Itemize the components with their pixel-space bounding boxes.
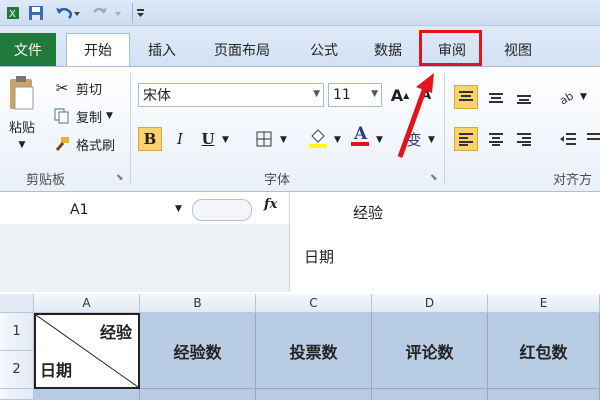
increase-indent-icon[interactable] [582, 127, 600, 151]
format-painter-label: 格式刷 [76, 138, 116, 154]
svg-text:X: X [9, 9, 16, 20]
font-name-value: 宋体 [143, 88, 171, 104]
clipboard-group-label: 剪贴板 [26, 173, 66, 188]
a1-top-text: 经验 [99, 323, 132, 342]
font-launcher-icon[interactable]: ⬊ [430, 173, 438, 183]
formula-bar-splitter[interactable] [192, 199, 252, 221]
header-cell-e[interactable]: 红包数 [488, 313, 600, 389]
formula-line-1: 经验 [353, 204, 384, 222]
tab-page-layout[interactable]: 页面布局 [204, 33, 280, 66]
clipboard-launcher-icon[interactable]: ⬊ [116, 173, 124, 183]
formula-bar-left-area [0, 224, 289, 292]
paste-icon [7, 73, 37, 113]
select-all-corner[interactable] [0, 294, 34, 313]
paste-label: 粘贴 [8, 121, 35, 136]
ribbon-home: 粘贴 ▼ ✂ 剪切 复制 ▼ 格式刷 剪贴板 ⬊ 宋体 ▼ 11 ▼ A ▲ A … [0, 66, 600, 192]
row-header-3[interactable] [0, 389, 34, 400]
name-box-dropdown-icon[interactable]: ▼ [175, 204, 182, 214]
font-size-combo[interactable]: 11 ▼ [328, 83, 382, 107]
column-header-b[interactable]: B [140, 294, 256, 313]
a1-bottom-text: 日期 [40, 361, 73, 380]
copy-button[interactable]: 复制 ▼ [52, 105, 113, 127]
svg-text:A: A [353, 124, 368, 144]
header-cell-d[interactable]: 评论数 [372, 313, 488, 389]
copy-icon [52, 108, 72, 124]
row3-cell-b[interactable] [140, 389, 256, 400]
svg-text:ab: ab [558, 89, 576, 105]
worksheet-grid[interactable]: A B C D E 1 2 经验 日期 经验数 投票数 评论数 红包数 [0, 292, 600, 400]
row-header-2[interactable]: 2 [0, 351, 34, 389]
tab-data[interactable]: 数据 [364, 33, 412, 66]
copy-label: 复制 [76, 110, 103, 126]
borders-dropdown-icon[interactable]: ▼ [280, 135, 287, 145]
tab-insert[interactable]: 插入 [138, 33, 186, 66]
excel-logo-icon: X [4, 3, 22, 23]
tab-view[interactable]: 视图 [494, 33, 542, 66]
chevron-down-icon[interactable]: ▼ [371, 89, 378, 99]
row3-cell-c[interactable] [256, 389, 372, 400]
underline-dropdown-icon[interactable]: ▼ [222, 135, 229, 145]
underline-button[interactable]: U [196, 127, 220, 151]
format-painter-button[interactable]: 格式刷 [52, 133, 115, 155]
header-cell-b[interactable]: 经验数 [140, 313, 256, 389]
font-size-value: 11 [333, 87, 351, 103]
ribbon-tabs: 文件 开始 插入 页面布局 公式 数据 审阅 视图 [0, 26, 600, 66]
paintbrush-icon [52, 136, 72, 152]
font-group-label: 字体 [264, 173, 291, 188]
undo-icon[interactable] [52, 3, 82, 23]
column-header-c[interactable]: C [256, 294, 372, 313]
align-middle-icon[interactable] [484, 85, 508, 109]
chevron-down-icon[interactable]: ▼ [313, 89, 320, 99]
redo-icon[interactable] [90, 3, 126, 23]
column-header-e[interactable]: E [488, 294, 600, 313]
quick-access-toolbar: X [0, 0, 600, 26]
align-left-icon[interactable] [454, 127, 478, 151]
row3-cell-d[interactable] [372, 389, 488, 400]
formula-line-2: 日期 [304, 248, 335, 266]
align-center-icon[interactable] [484, 127, 508, 151]
decrease-indent-icon[interactable] [556, 127, 580, 151]
column-header-d[interactable]: D [372, 294, 488, 313]
red-arrow-annotation [397, 73, 434, 158]
group-separator [130, 73, 131, 185]
fill-color-icon[interactable] [306, 125, 330, 149]
font-name-combo[interactable]: 宋体 ▼ [138, 83, 324, 107]
tab-formulas[interactable]: 公式 [296, 33, 352, 66]
cut-label: 剪切 [76, 82, 103, 98]
insert-function-icon[interactable]: fx [264, 197, 277, 212]
alignment-group-label: 对齐方 [553, 173, 593, 188]
fill-color-dropdown-icon[interactable]: ▼ [334, 135, 341, 145]
scissors-icon: ✂ [55, 79, 69, 97]
header-cell-c[interactable]: 投票数 [256, 313, 372, 389]
customize-qat-icon[interactable] [132, 3, 146, 23]
tab-file[interactable]: 文件 [0, 33, 56, 66]
orientation-icon[interactable]: ab [556, 85, 580, 109]
save-icon[interactable] [26, 3, 46, 23]
row3-cell-e[interactable] [488, 389, 600, 400]
paste-dropdown-icon[interactable]: ▼ [19, 140, 26, 150]
font-color-dropdown-icon[interactable]: ▼ [376, 135, 383, 145]
align-top-icon[interactable] [454, 85, 478, 109]
cut-button[interactable]: ✂ 剪切 [52, 77, 102, 99]
group-separator [444, 73, 445, 185]
formula-bar: A1 ▼ fx 经验 日期 [0, 192, 600, 292]
copy-dropdown-icon[interactable]: ▼ [106, 111, 113, 121]
row3-cell-a[interactable] [34, 389, 140, 400]
review-tab-highlight-box [419, 30, 482, 66]
name-box-value: A1 [70, 202, 89, 218]
name-box[interactable]: A1 [0, 199, 188, 221]
bold-button[interactable]: B [138, 127, 162, 151]
tab-home[interactable]: 开始 [66, 33, 130, 66]
italic-button[interactable]: I [168, 127, 192, 151]
orientation-dropdown-icon[interactable]: ▼ [580, 92, 587, 102]
align-right-icon[interactable] [512, 127, 536, 151]
borders-icon[interactable] [252, 127, 276, 151]
formula-input[interactable]: 经验 日期 [289, 192, 600, 292]
column-header-a[interactable]: A [34, 294, 140, 313]
cell-a1-diagonal-header[interactable]: 经验 日期 [34, 313, 140, 389]
row-header-1[interactable]: 1 [0, 313, 34, 351]
align-bottom-icon[interactable] [512, 85, 536, 109]
paste-button[interactable]: 粘贴 ▼ [4, 73, 40, 155]
font-color-icon[interactable]: A [348, 123, 372, 147]
